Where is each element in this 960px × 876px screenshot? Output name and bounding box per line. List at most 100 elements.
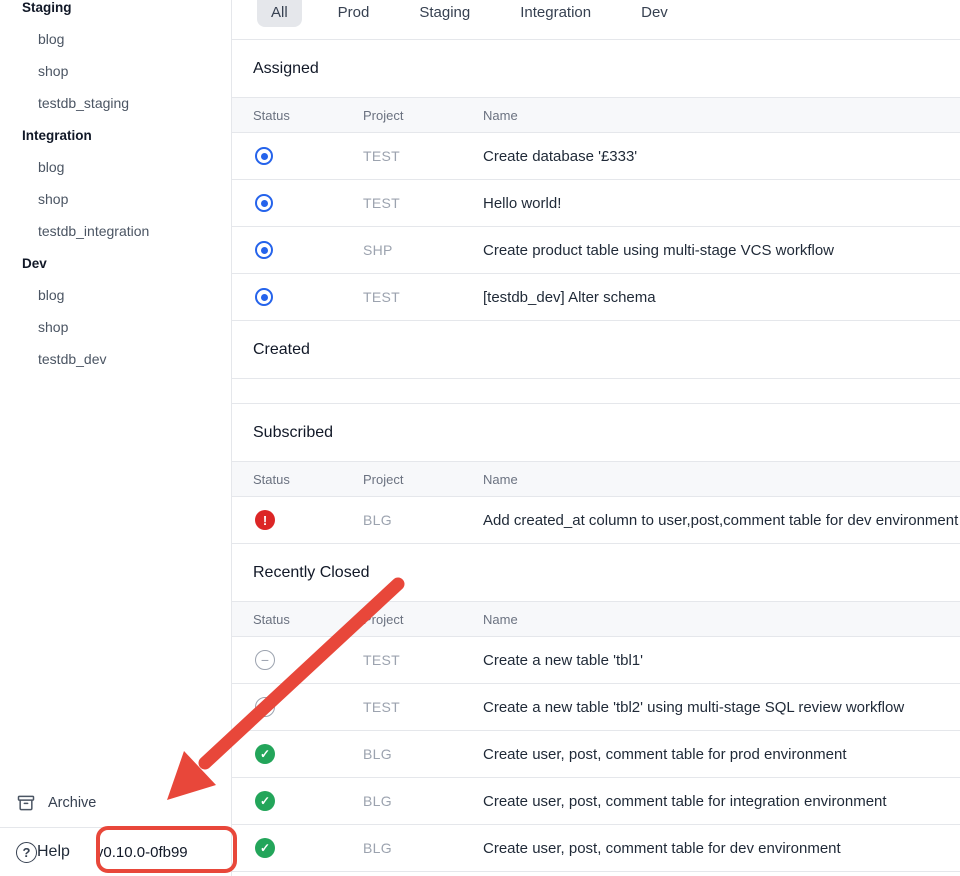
table-header-row: StatusProjectName [232, 461, 960, 497]
sidebar-item-testdb_dev[interactable]: testdb_dev [0, 343, 231, 375]
column-header-name: Name [483, 108, 960, 123]
project-code: TEST [363, 652, 483, 668]
open-status-icon [255, 241, 273, 259]
done-status-icon: ✓ [255, 838, 275, 858]
open-status-icon [255, 288, 273, 306]
sidebar-item-testdb_integration[interactable]: testdb_integration [0, 215, 231, 247]
tab-staging[interactable]: Staging [405, 0, 484, 27]
version-badge: v0.10.0-0fb99 [96, 844, 188, 861]
sidebar-item-blog[interactable]: blog [0, 23, 231, 55]
open-status-icon [255, 147, 273, 165]
help-bar: ? Help v0.10.0-0fb99 [0, 827, 231, 876]
column-header-name: Name [483, 612, 960, 627]
empty-issue-band [232, 378, 960, 404]
done-status-icon: ✓ [255, 744, 275, 764]
project-code: TEST [363, 195, 483, 211]
status-cell: − [232, 697, 363, 717]
issue-row[interactable]: ✓ BLGCreate user, post, comment table for… [232, 778, 960, 825]
issue-row[interactable]: − TESTCreate a new table 'tbl2' using mul… [232, 684, 960, 731]
issue-name: Hello world! [483, 195, 960, 212]
project-code: BLG [363, 840, 483, 856]
issue-name: Create a new table 'tbl2' using multi-st… [483, 699, 960, 716]
column-header-status: Status [232, 612, 363, 627]
tab-all[interactable]: All [257, 0, 302, 27]
issue-row[interactable]: TESTHello world! [232, 180, 960, 227]
issue-row[interactable]: ! BLGAdd created_at column to user,post,c… [232, 497, 960, 544]
sidebar-section-staging: Staging [0, 0, 231, 23]
open-dot [261, 294, 268, 301]
done-status-icon: ✓ [255, 791, 275, 811]
column-header-status: Status [232, 472, 363, 487]
sidebar-section-dev: Dev [0, 247, 231, 279]
main-content: AllProdStagingIntegrationDev AssignedSta… [232, 0, 960, 876]
table-header-row: StatusProjectName [232, 601, 960, 637]
tab-integration[interactable]: Integration [506, 0, 605, 27]
help-icon: ? [16, 842, 37, 863]
tab-dev[interactable]: Dev [627, 0, 682, 27]
issue-row[interactable]: TEST[testdb_dev] Alter schema [232, 274, 960, 321]
issue-name: Create a new table 'tbl1' [483, 652, 960, 669]
sidebar-item-blog[interactable]: blog [0, 279, 231, 311]
project-code: BLG [363, 746, 483, 762]
database-tree: Stagingblogshoptestdb_stagingIntegration… [0, 0, 231, 375]
sidebar-section-integration: Integration [0, 119, 231, 151]
column-header-project: Project [363, 612, 483, 627]
open-status-icon [255, 194, 273, 212]
issue-name: Create user, post, comment table for int… [483, 793, 960, 810]
section-title-assigned: Assigned [232, 40, 960, 97]
issue-name: Create user, post, comment table for dev… [483, 840, 960, 857]
issue-row[interactable]: − TESTCreate a new table 'tbl1' [232, 637, 960, 684]
status-cell: ✓ [232, 791, 363, 811]
archive-button[interactable]: Archive [0, 784, 231, 821]
column-header-project: Project [363, 108, 483, 123]
project-code: TEST [363, 699, 483, 715]
issue-sections: AssignedStatusProjectNameTESTCreate data… [232, 40, 960, 872]
open-dot [261, 247, 268, 254]
table-header-row: StatusProjectName [232, 97, 960, 133]
archive-icon [16, 793, 36, 813]
issue-row[interactable]: ✓ BLGCreate user, post, comment table for… [232, 825, 960, 872]
sidebar-item-blog[interactable]: blog [0, 151, 231, 183]
open-dot [261, 153, 268, 160]
status-cell [232, 241, 363, 259]
project-code: TEST [363, 148, 483, 164]
column-header-status: Status [232, 108, 363, 123]
issue-name: Create product table using multi-stage V… [483, 242, 960, 259]
issue-name: Create user, post, comment table for pro… [483, 746, 960, 763]
sidebar-bottom: Archive ? Help v0.10.0-0fb99 [0, 784, 231, 876]
project-code: TEST [363, 289, 483, 305]
status-cell: − [232, 650, 363, 670]
help-label[interactable]: Help [37, 843, 70, 861]
status-cell: ! [232, 510, 363, 530]
tab-prod[interactable]: Prod [324, 0, 384, 27]
status-cell [232, 194, 363, 212]
issue-name: [testdb_dev] Alter schema [483, 289, 960, 306]
project-code: BLG [363, 512, 483, 528]
issue-name: Create database '£333' [483, 148, 960, 165]
issue-name: Add created_at column to user,post,comme… [483, 512, 960, 529]
canceled-status-icon: − [255, 650, 275, 670]
environment-tabbar: All Prod Staging Integration Dev [232, 0, 960, 40]
section-title-subscribed: Subscribed [232, 404, 960, 461]
project-code: BLG [363, 793, 483, 809]
sidebar: Stagingblogshoptestdb_stagingIntegration… [0, 0, 232, 876]
section-title-recently-closed: Recently Closed [232, 544, 960, 601]
sidebar-item-testdb_staging[interactable]: testdb_staging [0, 87, 231, 119]
app-window: Stagingblogshoptestdb_stagingIntegration… [0, 0, 960, 876]
canceled-status-icon: − [255, 697, 275, 717]
project-code: SHP [363, 242, 483, 258]
column-header-name: Name [483, 472, 960, 487]
status-cell [232, 288, 363, 306]
sidebar-item-shop[interactable]: shop [0, 183, 231, 215]
status-cell: ✓ [232, 744, 363, 764]
sidebar-item-shop[interactable]: shop [0, 311, 231, 343]
archive-label: Archive [48, 795, 96, 811]
open-dot [261, 200, 268, 207]
status-cell [232, 147, 363, 165]
attention-status-icon: ! [255, 510, 275, 530]
issue-row[interactable]: TESTCreate database '£333' [232, 133, 960, 180]
status-cell: ✓ [232, 838, 363, 858]
issue-row[interactable]: SHPCreate product table using multi-stag… [232, 227, 960, 274]
sidebar-item-shop[interactable]: shop [0, 55, 231, 87]
issue-row[interactable]: ✓ BLGCreate user, post, comment table for… [232, 731, 960, 778]
